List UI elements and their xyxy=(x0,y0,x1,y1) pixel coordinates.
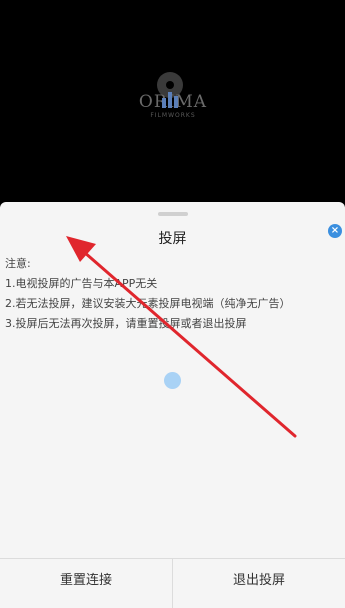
note-line: 3.投屏后无法再次投屏，请重置投屏或者退出投屏 xyxy=(5,317,247,330)
exit-cast-button[interactable]: 退出投屏 xyxy=(173,559,345,608)
drag-handle[interactable] xyxy=(158,212,188,216)
notes-heading: 注意: xyxy=(5,257,31,270)
loading-indicator xyxy=(164,372,181,389)
logo-subtext: FILMWORKS xyxy=(150,112,196,119)
notes-block: 注意: 1.电视投屏的广告与本APP无关 2.若无法投屏，建议安装大元素投屏电视… xyxy=(5,254,340,334)
logo-bars-icon xyxy=(162,90,184,108)
note-line: 1.电视投屏的广告与本APP无关 xyxy=(5,277,158,290)
video-player[interactable]: ORIMA FILMWORKS xyxy=(0,0,345,202)
reset-connection-button[interactable]: 重置连接 xyxy=(0,559,172,608)
cast-sheet: 投屏 × 注意: 1.电视投屏的广告与本APP无关 2.若无法投屏，建议安装大元… xyxy=(0,202,345,608)
note-line: 2.若无法投屏，建议安装大元素投屏电视端（纯净无广告） xyxy=(5,297,291,310)
studio-logo: ORIMA FILMWORKS xyxy=(138,72,208,122)
sheet-title: 投屏 xyxy=(158,231,187,247)
close-button[interactable]: × xyxy=(328,224,342,238)
footer-actions: 重置连接 退出投屏 xyxy=(0,558,345,608)
